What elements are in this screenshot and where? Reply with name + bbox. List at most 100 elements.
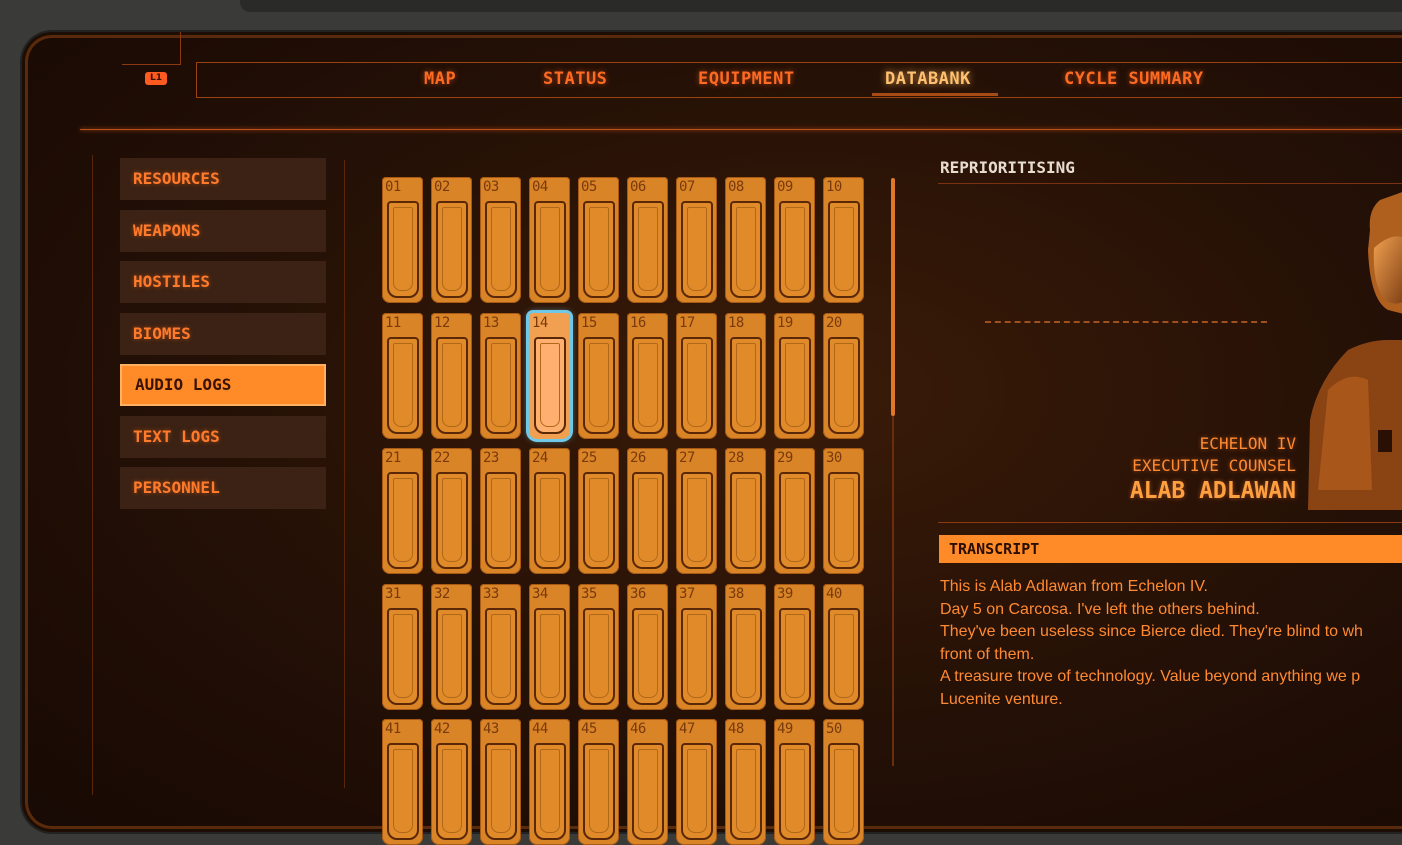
audio-log-cell[interactable]: 02: [431, 177, 472, 303]
audio-log-cell[interactable]: 24: [529, 448, 570, 574]
audio-log-cell[interactable]: 14: [529, 312, 570, 439]
tape-slot-icon: [632, 607, 664, 705]
audio-log-cell[interactable]: 09: [774, 177, 815, 303]
audio-log-cell[interactable]: 38: [725, 583, 766, 710]
audio-log-cell[interactable]: 42: [431, 719, 472, 845]
audio-log-cell[interactable]: 26: [627, 448, 668, 574]
tape-slot-icon: [436, 607, 468, 705]
audio-log-cell[interactable]: 01: [382, 177, 423, 303]
audio-log-cell[interactable]: 16: [627, 312, 668, 439]
grid-scrollbar-thumb[interactable]: [891, 178, 895, 416]
audio-log-cell[interactable]: 43: [480, 719, 521, 845]
audio-log-number: 43: [483, 721, 499, 737]
audio-log-cell[interactable]: 07: [676, 177, 717, 303]
audio-log-cell[interactable]: 06: [627, 177, 668, 303]
audio-log-cell[interactable]: 15: [578, 312, 619, 439]
audio-log-cell[interactable]: 08: [725, 177, 766, 303]
audio-log-number: 12: [434, 314, 450, 331]
audio-log-cell[interactable]: 36: [627, 583, 668, 710]
audio-log-cell[interactable]: 28: [725, 448, 766, 574]
tab-map[interactable]: MAP: [424, 67, 456, 91]
audio-log-cell[interactable]: 45: [578, 719, 619, 845]
l1-bumper-icon[interactable]: L1: [145, 72, 167, 85]
tape-slot-icon: [387, 472, 419, 569]
audio-log-number: 22: [434, 450, 450, 466]
audio-log-cell[interactable]: 48: [725, 719, 766, 845]
tape-slot-icon: [828, 472, 860, 569]
audio-log-cell[interactable]: 44: [529, 719, 570, 845]
audio-log-cell[interactable]: 12: [431, 312, 472, 439]
tape-slot-icon: [681, 201, 713, 298]
audio-log-cell[interactable]: 03: [480, 177, 521, 303]
audio-log-cell[interactable]: 11: [382, 312, 423, 439]
tab-databank[interactable]: DATABANK: [885, 67, 971, 91]
audio-log-cell[interactable]: 20: [823, 312, 864, 439]
audio-log-number: 30: [826, 450, 842, 466]
audio-log-number: 36: [630, 585, 646, 602]
tape-slot-icon: [583, 336, 615, 434]
audio-log-cell[interactable]: 10: [823, 177, 864, 303]
audio-log-number: 33: [483, 585, 499, 602]
audio-waveform: [985, 321, 1267, 323]
tape-slot-icon: [779, 472, 811, 569]
audio-log-cell[interactable]: 18: [725, 312, 766, 439]
audio-log-cell[interactable]: 13: [480, 312, 521, 439]
audio-log-cell[interactable]: 31: [382, 583, 423, 710]
audio-log-cell[interactable]: 46: [627, 719, 668, 845]
audio-log-cell[interactable]: 47: [676, 719, 717, 845]
tape-slot-icon: [779, 336, 811, 434]
tab-equipment[interactable]: EQUIPMENT: [698, 67, 795, 91]
audio-log-cell[interactable]: 49: [774, 719, 815, 845]
sidebar-item-resources[interactable]: RESOURCES: [120, 158, 326, 200]
audio-log-number: 46: [630, 721, 646, 737]
audio-log-cell[interactable]: 22: [431, 448, 472, 574]
audio-log-cell[interactable]: 19: [774, 312, 815, 439]
audio-log-number: 19: [777, 314, 793, 331]
tab-status[interactable]: STATUS: [543, 67, 607, 91]
audio-log-cell[interactable]: 04: [529, 177, 570, 303]
audio-log-number: 04: [532, 179, 548, 195]
speaker-role: EXECUTIVE COUNSEL: [1132, 456, 1296, 475]
audio-log-number: 42: [434, 721, 450, 737]
audio-log-cell[interactable]: 17: [676, 312, 717, 439]
transcript-text: This is Alab Adlawan from Echelon IV. Da…: [940, 576, 1402, 711]
audio-log-cell[interactable]: 27: [676, 448, 717, 574]
audio-log-number: 05: [581, 179, 597, 195]
audio-log-cell[interactable]: 41: [382, 719, 423, 845]
sidebar-item-weapons[interactable]: WEAPONS: [120, 210, 326, 252]
audio-log-cell[interactable]: 34: [529, 583, 570, 710]
audio-log-cell[interactable]: 25: [578, 448, 619, 574]
audio-log-cell[interactable]: 21: [382, 448, 423, 574]
audio-log-cell[interactable]: 30: [823, 448, 864, 574]
tape-slot-icon: [730, 607, 762, 705]
tape-slot-icon: [485, 743, 517, 840]
tape-slot-icon: [583, 607, 615, 705]
audio-log-number: 15: [581, 314, 597, 331]
audio-log-cell[interactable]: 29: [774, 448, 815, 574]
tape-slot-icon: [436, 743, 468, 840]
audio-log-cell[interactable]: 35: [578, 583, 619, 710]
tape-slot-icon: [828, 336, 860, 434]
audio-log-number: 14: [532, 314, 548, 331]
audio-log-cell[interactable]: 39: [774, 583, 815, 710]
grid-scrollbar-track[interactable]: [892, 416, 894, 766]
audio-log-cell[interactable]: 23: [480, 448, 521, 574]
tab-cycle-summary[interactable]: CYCLE SUMMARY: [1064, 67, 1204, 91]
sidebar-item-audio-logs[interactable]: AUDIO LOGS: [120, 364, 326, 406]
audio-log-number: 47: [679, 721, 695, 737]
transcript-line: A treasure trove of technology. Value be…: [940, 668, 1361, 685]
audio-log-number: 01: [385, 179, 401, 195]
sidebar-item-biomes[interactable]: BIOMES: [120, 313, 326, 355]
audio-log-cell[interactable]: 50: [823, 719, 864, 845]
sidebar-item-hostiles[interactable]: HOSTILES: [120, 261, 326, 303]
audio-log-cell[interactable]: 32: [431, 583, 472, 710]
audio-log-number: 50: [826, 721, 842, 737]
sidebar-item-personnel[interactable]: PERSONNEL: [120, 467, 326, 509]
tape-slot-icon: [387, 607, 419, 705]
audio-log-cell[interactable]: 40: [823, 583, 864, 710]
audio-log-cell[interactable]: 33: [480, 583, 521, 710]
audio-log-cell[interactable]: 05: [578, 177, 619, 303]
sidebar-item-text-logs[interactable]: TEXT LOGS: [120, 416, 326, 458]
audio-log-cell[interactable]: 37: [676, 583, 717, 710]
tape-slot-icon: [534, 472, 566, 569]
